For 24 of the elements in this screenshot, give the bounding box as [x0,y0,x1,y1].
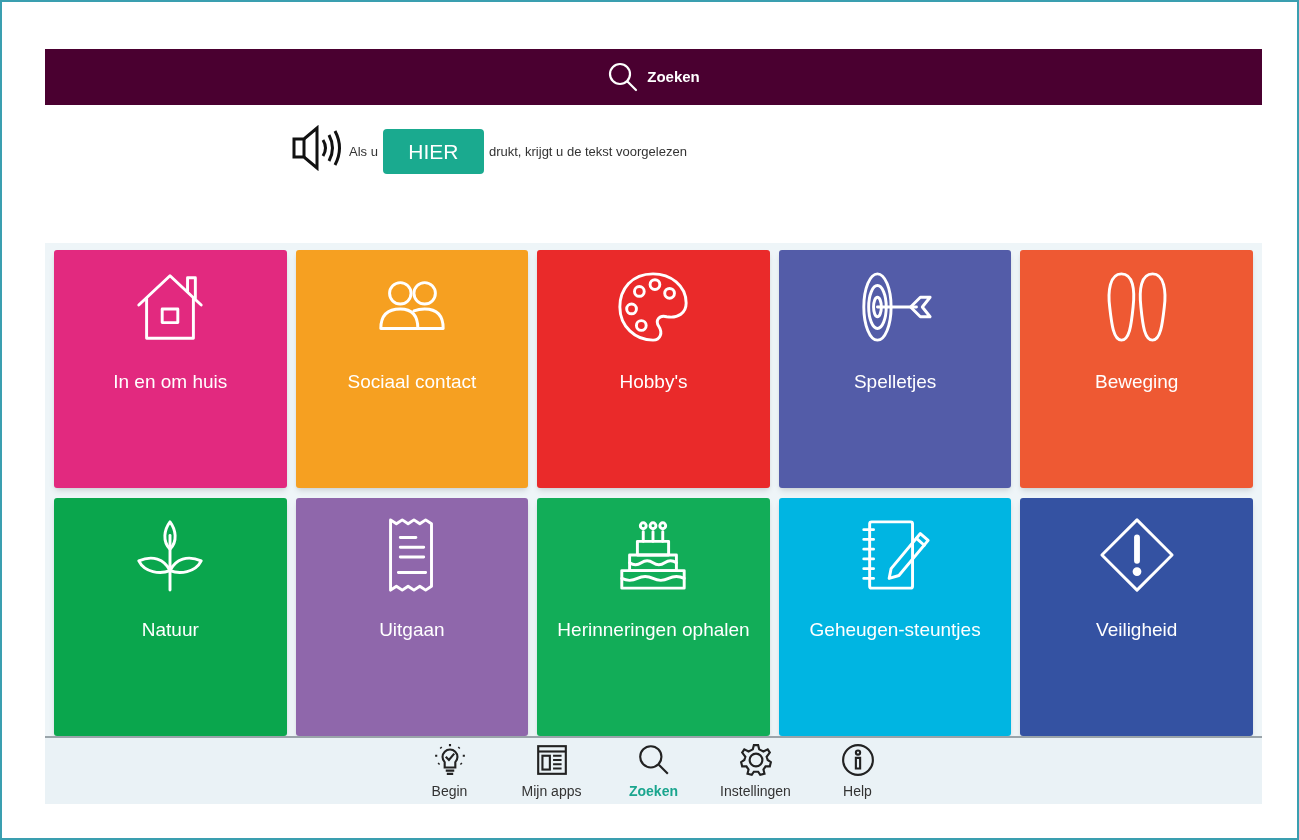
category-tile[interactable]: In en om huis [54,250,287,488]
category-tile[interactable]: Hobby's [537,250,770,488]
category-tile[interactable]: Uitgaan [295,497,529,736]
intro-text: Als u [349,142,378,161]
nav-tab[interactable]: Instellingen [711,743,800,804]
category-tile[interactable]: Herinneringen ophalen [537,497,770,736]
category-tile[interactable]: Spelletjes [778,250,1012,488]
category-tile[interactable]: Beweging [1020,250,1253,488]
nav-tab[interactable]: Mijn apps [507,743,596,804]
nav-tab[interactable]: Zoeken [609,743,698,804]
gear-icon [738,743,773,777]
search-icon [607,61,640,93]
nav-tab[interactable]: Begin [405,743,494,804]
intro-text: drukt, krijgt u de tekst voorgelezen [488,142,687,161]
header-title: Zoeken [647,66,700,87]
nav-tab[interactable]: Help [813,743,902,804]
search-icon [636,743,671,777]
info-icon [840,743,875,777]
category-tile[interactable]: Natuur [54,497,287,736]
lightbulb-icon [432,743,467,777]
read-aloud-button[interactable]: HIER [382,129,484,174]
category-tile[interactable]: Geheugen-steuntjes [778,497,1012,736]
category-tile[interactable]: Veiligheid [1020,497,1253,736]
apps-window-icon [534,743,569,777]
